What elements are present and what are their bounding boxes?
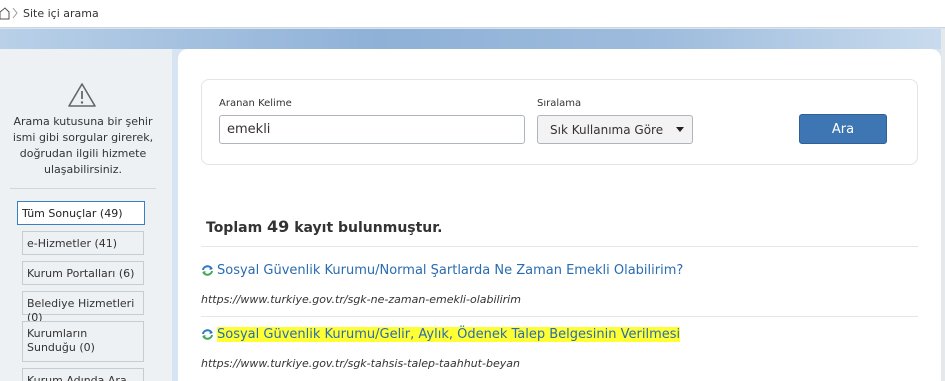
caret-down-icon: [676, 127, 684, 132]
sort-select[interactable]: Sık Kullanıma Göre: [537, 115, 693, 144]
total-suffix: kayıt bulunmuştur.: [294, 220, 443, 236]
chevron-right-icon: [12, 7, 18, 19]
sort-label: Sıralama: [537, 98, 582, 109]
search-button[interactable]: Ara: [799, 114, 887, 144]
result-url: https://www.turkiye.gov.tr/sgk-tahsis-ta…: [201, 357, 520, 370]
total-count: 49: [267, 217, 290, 236]
result-title-link[interactable]: Sosyal Güvenlik Kurumu/Gelir, Aylık, Öde…: [201, 327, 681, 342]
keyword-label: Aranan Kelime: [219, 98, 292, 109]
keyword-input[interactable]: [219, 115, 525, 144]
warning-icon: [68, 83, 96, 107]
filter-municipality-services[interactable]: Belediye Hizmetleri (0): [22, 291, 144, 324]
sync-icon: [202, 265, 213, 276]
filter-institution-portals[interactable]: Kurum Portalları (6): [22, 261, 144, 285]
result-total: Toplam 49 kayıt bulunmuştur.: [206, 217, 443, 236]
divider: [201, 316, 918, 317]
top-breadcrumb-bar: Site içi arama: [0, 0, 945, 28]
total-prefix: Toplam: [206, 220, 263, 236]
sync-icon: [202, 329, 213, 340]
scrollbar[interactable]: [941, 29, 945, 381]
home-icon[interactable]: [0, 6, 10, 20]
result-url: https://www.turkiye.gov.tr/sgk-ne-zaman-…: [201, 293, 521, 306]
result-title-text: Sosyal Güvenlik Kurumu/Normal Şartlarda …: [217, 263, 684, 278]
result-title-text-highlighted: Sosyal Güvenlik Kurumu/Gelir, Aylık, Öde…: [217, 327, 681, 342]
filter-search-institution-name[interactable]: Kurum Adında Ara (2): [22, 368, 144, 381]
result-title-link[interactable]: Sosyal Güvenlik Kurumu/Normal Şartlarda …: [201, 263, 683, 278]
filter-institution-offered[interactable]: Kurumların Sunduğu (0): [22, 321, 144, 362]
sidebar-help-text: Arama kutusuna bir şehir ismi gibi sorgu…: [12, 115, 154, 176]
sidebar-divider: [10, 188, 156, 189]
header-band: [0, 29, 945, 49]
filter-all-results[interactable]: Tüm Sonuçlar (49): [17, 201, 145, 225]
sort-selected-value: Sık Kullanıma Göre: [550, 123, 664, 137]
filter-e-services[interactable]: e-Hizmetler (41): [22, 231, 144, 255]
breadcrumb-current[interactable]: Site içi arama: [23, 6, 99, 21]
divider: [201, 246, 918, 247]
